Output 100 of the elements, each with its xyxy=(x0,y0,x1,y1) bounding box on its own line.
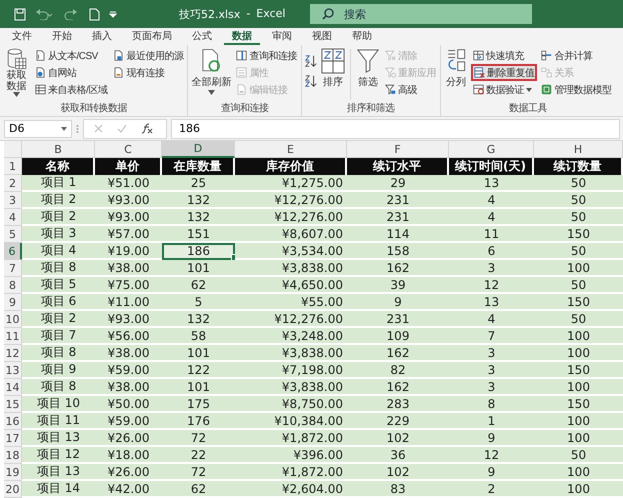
table-cell: 29 xyxy=(347,175,449,192)
column-header[interactable]: E xyxy=(235,141,347,158)
ribbon-button[interactable]: 删除重复值 xyxy=(470,64,538,81)
title-separator: - xyxy=(246,6,250,22)
ribbon-button[interactable]: 合并计算 xyxy=(539,47,614,64)
table-cell: ¥7,198.00 xyxy=(235,362,347,379)
row-header[interactable]: 5 xyxy=(4,226,22,243)
advanced-filter-icon xyxy=(384,84,396,95)
ribbon-tab[interactable]: 开始 xyxy=(44,28,80,45)
ribbon-button[interactable]: 现有连接 xyxy=(111,64,186,81)
row-header[interactable]: 4 xyxy=(4,209,22,226)
row-header[interactable]: 18 xyxy=(4,447,22,464)
web-page-icon xyxy=(35,67,46,78)
table-cell: 100 xyxy=(534,481,623,498)
column-header[interactable]: D xyxy=(162,141,235,158)
table-cell: 50 xyxy=(534,175,623,192)
table-cell: 50 xyxy=(534,192,623,209)
formula-field[interactable]: 186 xyxy=(171,118,620,138)
table-cell: ¥26.00 xyxy=(95,464,162,481)
row-header[interactable]: 3 xyxy=(4,192,22,209)
search-field[interactable]: 搜索 xyxy=(310,4,532,24)
table-cell: 229 xyxy=(347,413,449,430)
row-header[interactable]: 10 xyxy=(4,311,22,328)
grip-icon xyxy=(76,124,79,134)
row-header[interactable]: 12 xyxy=(4,345,22,362)
table-cell: 176 xyxy=(162,413,235,430)
ribbon-tab[interactable]: 帮助 xyxy=(344,28,380,45)
table-cell: 项目 14 xyxy=(22,481,95,498)
ribbon-button[interactable]: 自网站 xyxy=(33,64,110,81)
caret-icon[interactable] xyxy=(61,126,67,130)
table-cell: 项目 2 xyxy=(22,311,95,328)
table-cell: 100 xyxy=(534,430,623,447)
table-cell: 13 xyxy=(449,294,534,311)
table-cell: 4 xyxy=(449,209,534,226)
ribbon-button[interactable]: 数据验证 xyxy=(470,81,538,98)
name-box[interactable]: D6 xyxy=(4,120,72,138)
column-header[interactable]: B xyxy=(22,141,95,158)
table-cell: ¥3,248.00 xyxy=(235,328,347,345)
ribbon-button[interactable]: 筛选 xyxy=(354,47,381,90)
table-cell: 3 xyxy=(449,345,534,362)
row-header[interactable]: 6 xyxy=(4,243,22,260)
column-header[interactable]: C xyxy=(95,141,162,158)
table-cell: ¥57.00 xyxy=(95,226,162,243)
row-header[interactable]: 1 xyxy=(4,158,22,175)
new-file-icon[interactable] xyxy=(89,8,100,20)
ribbon-button[interactable]: 管理数据模型 xyxy=(539,81,614,98)
ribbon-button[interactable]: 查询和连接 xyxy=(234,47,299,64)
ribbon-tab[interactable]: 文件 xyxy=(4,28,40,45)
column-header[interactable]: G xyxy=(449,141,534,158)
column-title: 库存价值 xyxy=(235,158,347,175)
ribbon-button[interactable]: 排序 xyxy=(320,47,346,90)
row-header[interactable]: 2 xyxy=(4,175,22,192)
table-cell: 101 xyxy=(162,345,235,362)
row-header[interactable]: 9 xyxy=(4,294,22,311)
table-cell: ¥38.00 xyxy=(95,345,162,362)
undo-icon[interactable] xyxy=(35,8,53,20)
table-cell: 186 xyxy=(162,243,235,260)
row-header[interactable]: 15 xyxy=(4,396,22,413)
ribbon-tab[interactable]: 插入 xyxy=(84,28,120,45)
table-cell: ¥396.00 xyxy=(235,447,347,464)
row-header[interactable]: 14 xyxy=(4,379,22,396)
ribbon-tab[interactable]: 审阅 xyxy=(264,28,300,45)
row-header[interactable]: 13 xyxy=(4,362,22,379)
column-title: 续订时间(天) xyxy=(449,158,534,175)
row-header[interactable]: 8 xyxy=(4,277,22,294)
ribbon-button[interactable]: 快速填充 xyxy=(470,47,538,64)
table-cell: ¥26.00 xyxy=(95,430,162,447)
ribbon-button[interactable]: 获取数据 xyxy=(2,47,31,98)
table-cell: 3 xyxy=(449,379,534,396)
search-icon xyxy=(322,8,334,20)
row-header[interactable]: 11 xyxy=(4,328,22,345)
row-header[interactable]: 19 xyxy=(4,464,22,481)
insert-function-icon[interactable] xyxy=(141,123,153,134)
table-cell: 9 xyxy=(449,464,534,481)
customize-caret-icon[interactable] xyxy=(109,10,117,18)
save-icon[interactable] xyxy=(14,8,26,20)
connection-icon xyxy=(113,67,124,78)
ribbon-button[interactable]: 全部刷新 xyxy=(190,47,232,96)
table-cell: 12 xyxy=(449,277,534,294)
column-header[interactable]: F xyxy=(347,141,449,158)
ribbon-button[interactable]: 分列 xyxy=(442,47,469,90)
table-cell: ¥3,838.00 xyxy=(235,260,347,277)
ribbon-tab[interactable]: 公式 xyxy=(184,28,220,45)
filter-icon xyxy=(356,48,380,74)
table-cell: 62 xyxy=(162,481,235,498)
ribbon-button[interactable]: 高级 xyxy=(382,81,438,98)
ribbon-button[interactable]: 从文本/CSV xyxy=(33,47,110,64)
table-cell: ¥12,276.00 xyxy=(235,192,347,209)
table-cell: ¥93.00 xyxy=(95,209,162,226)
table-cell: 150 xyxy=(534,226,623,243)
ribbon-button[interactable]: 来自表格/区域 xyxy=(33,81,110,98)
ribbon-tab[interactable]: 视图 xyxy=(304,28,340,45)
ribbon-button[interactable]: 最近使用的源 xyxy=(111,47,186,64)
row-header[interactable]: 20 xyxy=(4,481,22,498)
ribbon-tab[interactable]: 页面布局 xyxy=(124,28,180,45)
row-header[interactable]: 16 xyxy=(4,413,22,430)
column-header[interactable]: H xyxy=(534,141,623,158)
table-cell: 11 xyxy=(449,226,534,243)
row-header[interactable]: 7 xyxy=(4,260,22,277)
row-header[interactable]: 17 xyxy=(4,430,22,447)
